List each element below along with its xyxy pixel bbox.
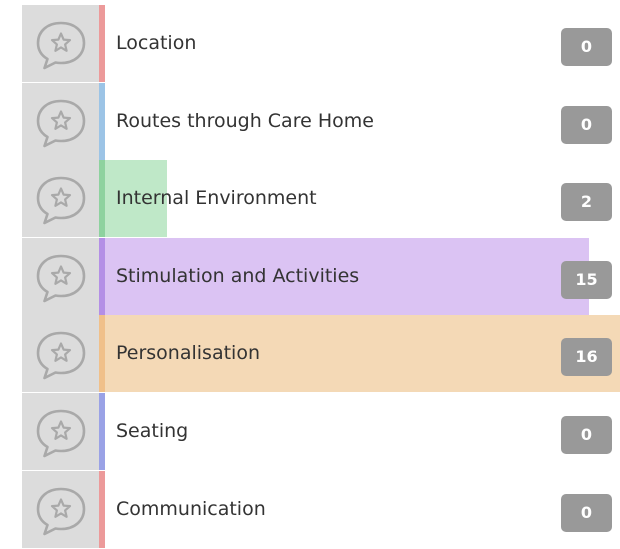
category-label: Location bbox=[116, 32, 197, 54]
category-label: Internal Environment bbox=[116, 187, 317, 209]
icon-tile bbox=[22, 160, 99, 237]
category-label: Stimulation and Activities bbox=[116, 265, 360, 287]
speech-bubble-star-icon bbox=[31, 480, 91, 540]
count-badge: 0 bbox=[561, 106, 612, 144]
category-row-location[interactable]: Location 0 bbox=[0, 5, 620, 83]
speech-bubble-star-icon bbox=[31, 14, 91, 74]
count-badge: 2 bbox=[561, 183, 612, 221]
category-accent-stripe bbox=[99, 83, 105, 160]
count-badge: 15 bbox=[561, 261, 612, 299]
category-accent-stripe bbox=[99, 5, 105, 82]
speech-bubble-star-icon bbox=[31, 247, 91, 307]
category-row-internal-environment[interactable]: Internal Environment 2 bbox=[0, 160, 620, 238]
category-label: Personalisation bbox=[116, 342, 260, 364]
category-accent-stripe bbox=[99, 160, 105, 237]
icon-tile bbox=[22, 471, 99, 548]
speech-bubble-star-icon bbox=[31, 402, 91, 462]
category-label: Communication bbox=[116, 498, 266, 520]
speech-bubble-star-icon bbox=[31, 169, 91, 229]
category-row-seating[interactable]: Seating 0 bbox=[0, 393, 620, 471]
count-badge: 0 bbox=[561, 494, 612, 532]
icon-tile bbox=[22, 315, 99, 392]
category-row-routes[interactable]: Routes through Care Home 0 bbox=[0, 83, 620, 161]
icon-tile bbox=[22, 393, 99, 470]
category-accent-stripe bbox=[99, 393, 105, 470]
category-accent-stripe bbox=[99, 315, 105, 392]
category-accent-stripe bbox=[99, 471, 105, 548]
icon-tile bbox=[22, 238, 99, 315]
speech-bubble-star-icon bbox=[31, 92, 91, 152]
icon-tile bbox=[22, 83, 99, 160]
category-row-personalisation[interactable]: Personalisation 16 bbox=[0, 315, 620, 393]
category-label: Seating bbox=[116, 420, 189, 442]
category-row-stimulation[interactable]: Stimulation and Activities 15 bbox=[0, 238, 620, 316]
category-label: Routes through Care Home bbox=[116, 110, 374, 132]
category-row-communication[interactable]: Communication 0 bbox=[0, 471, 620, 549]
count-badge: 16 bbox=[561, 338, 612, 376]
speech-bubble-star-icon bbox=[31, 324, 91, 384]
count-badge: 0 bbox=[561, 28, 612, 66]
count-badge: 0 bbox=[561, 416, 612, 454]
category-accent-stripe bbox=[99, 238, 105, 315]
icon-tile bbox=[22, 5, 99, 82]
